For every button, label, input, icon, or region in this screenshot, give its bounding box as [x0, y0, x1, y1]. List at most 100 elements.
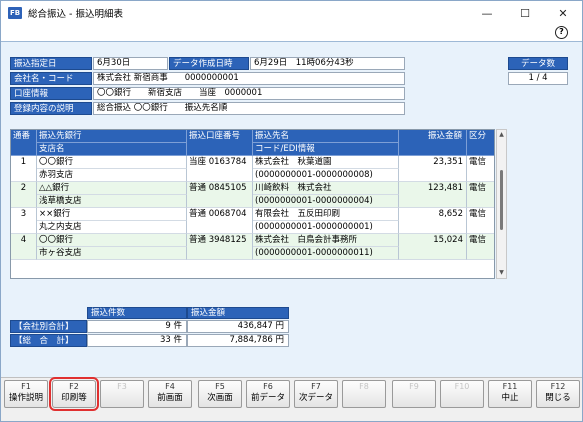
f2-key-number: F2 — [69, 382, 79, 391]
row-2-branch[interactable]: 浅草橋支店 — [37, 195, 187, 208]
row-4-account[interactable]: 普通 3948125 — [187, 234, 253, 260]
company-total-label: 【会社別合計】 — [10, 320, 87, 333]
row-2-bank[interactable]: △△銀行 — [37, 182, 187, 195]
app-logo-icon: FB — [8, 7, 22, 19]
maximize-button[interactable]: ☐ — [506, 1, 544, 25]
column-header-bank: 振込先銀行 — [37, 130, 187, 143]
row-3-branch[interactable]: 丸之内支店 — [37, 221, 187, 234]
row-4-type[interactable]: 電信 — [467, 234, 494, 260]
f1-key-label: 操作説明 — [8, 393, 43, 403]
row-1-code[interactable]: (0000000001-0000000008) — [253, 169, 399, 182]
account-value: 〇〇銀行 新宿支店 当座 0000001 — [93, 87, 405, 100]
scroll-thumb[interactable] — [500, 170, 503, 230]
row-1-type[interactable]: 電信 — [467, 156, 494, 182]
f11-key-number: F11 — [502, 382, 518, 391]
column-header-code: コード/EDI情報 — [253, 143, 399, 156]
scroll-up-arrow-icon[interactable]: ▲ — [497, 130, 506, 140]
f2-key-label: 印刷等 — [61, 393, 87, 403]
created-datetime-label: データ作成日時 — [169, 57, 249, 70]
company-total-count: 9 件 — [87, 320, 187, 333]
f2-print-button[interactable]: F2 印刷等 — [49, 377, 99, 411]
f7-next-data-button[interactable]: F7 次データ — [294, 380, 338, 408]
help-bar: ? — [1, 25, 582, 41]
function-key-bar: F1 操作説明 F2 印刷等 F3 F4 前画面 F5 次画面 F6 前データ … — [1, 377, 582, 421]
grand-total-label: 【総 合 計】 — [10, 334, 87, 347]
company-label: 会社名・コード — [10, 72, 92, 85]
row-1-amount[interactable]: 23,351 — [399, 156, 467, 182]
row-4-code[interactable]: (0000000001-0000000011) — [253, 247, 399, 260]
row-3-payee[interactable]: 有限会社 五反田印刷 — [253, 208, 399, 221]
app-window: FB 総合振込 - 振込明細表 — ☐ ✕ ? 振込指定日 6月30日 データ作… — [0, 0, 583, 422]
f12-key-label: 閉じる — [545, 393, 571, 403]
row-1-no[interactable]: 1 — [11, 156, 37, 182]
title-bar: FB 総合振込 - 振込明細表 — ☐ ✕ — [1, 1, 582, 25]
row-4-branch[interactable]: 市ヶ谷支店 — [37, 247, 187, 260]
description-label: 登録内容の説明 — [10, 102, 92, 115]
column-header-type: 区分 — [467, 130, 494, 156]
f9-button[interactable]: F9 — [392, 380, 436, 408]
row-3-bank[interactable]: ××銀行 — [37, 208, 187, 221]
row-2-payee[interactable]: 川崎飲料 株式会社 — [253, 182, 399, 195]
close-button[interactable]: ✕ — [544, 1, 582, 25]
row-1-bank[interactable]: 〇〇銀行 — [37, 156, 187, 169]
f3-button[interactable]: F3 — [100, 380, 144, 408]
table-scrollbar[interactable]: ▲ ▼ — [496, 129, 507, 279]
f12-close-button[interactable]: F12 閉じる — [536, 380, 580, 408]
f1-key-number: F1 — [21, 382, 31, 391]
column-header-branch: 支店名 — [37, 143, 187, 156]
column-header-no: 通番 — [11, 130, 37, 156]
row-4-bank[interactable]: 〇〇銀行 — [37, 234, 187, 247]
account-label: 口座情報 — [10, 87, 92, 100]
transfer-detail-table: 通番 振込先銀行 支店名 振込口座番号 振込先名 コード/EDI情報 振込金額 … — [10, 129, 495, 279]
company-value: 株式会社 新宿商事 0000000001 — [93, 72, 405, 85]
f7-key-label: 次データ — [298, 393, 333, 403]
f10-button[interactable]: F10 — [440, 380, 484, 408]
f11-key-label: 中止 — [501, 393, 519, 403]
f8-key-number: F8 — [359, 382, 369, 391]
grand-total-count: 33 件 — [87, 334, 187, 347]
row-2-code[interactable]: (0000000001-0000000004) — [253, 195, 399, 208]
row-3-account[interactable]: 普通 0068704 — [187, 208, 253, 234]
row-4-payee[interactable]: 株式会社 白鳥会計事務所 — [253, 234, 399, 247]
f12-key-number: F12 — [550, 382, 566, 391]
f4-key-label: 前画面 — [157, 393, 183, 403]
f1-help-button[interactable]: F1 操作説明 — [4, 380, 48, 408]
row-4-amount[interactable]: 15,024 — [399, 234, 467, 260]
help-icon[interactable]: ? — [555, 26, 568, 39]
transfer-date-value: 6月30日 — [93, 57, 168, 70]
row-3-no[interactable]: 3 — [11, 208, 37, 234]
column-header-account: 振込口座番号 — [187, 130, 253, 156]
f4-previous-screen-button[interactable]: F4 前画面 — [148, 380, 192, 408]
f6-key-label: 前データ — [250, 393, 285, 403]
row-3-code[interactable]: (0000000001-0000000001) — [253, 221, 399, 234]
created-datetime-value: 6月29日 11時06分43秒 — [250, 57, 405, 70]
f6-previous-data-button[interactable]: F6 前データ — [246, 380, 290, 408]
f5-key-number: F5 — [215, 382, 225, 391]
f9-key-number: F9 — [409, 382, 419, 391]
row-1-branch[interactable]: 赤羽支店 — [37, 169, 187, 182]
row-1-account[interactable]: 当座 0163784 — [187, 156, 253, 182]
row-4-no[interactable]: 4 — [11, 234, 37, 260]
row-2-account[interactable]: 普通 0845105 — [187, 182, 253, 208]
grand-total-amount: 7,884,786 円 — [187, 334, 289, 347]
company-total-amount: 436,847 円 — [187, 320, 289, 333]
row-3-type[interactable]: 電信 — [467, 208, 494, 234]
row-2-type[interactable]: 電信 — [467, 182, 494, 208]
window-title: 総合振込 - 振込明細表 — [28, 9, 123, 20]
f11-cancel-button[interactable]: F11 中止 — [488, 380, 532, 408]
f8-button[interactable]: F8 — [342, 380, 386, 408]
minimize-button[interactable]: — — [468, 1, 506, 25]
f5-next-screen-button[interactable]: F5 次画面 — [198, 380, 242, 408]
row-2-amount[interactable]: 123,481 — [399, 182, 467, 208]
column-header-payee: 振込先名 — [253, 130, 399, 143]
scroll-down-arrow-icon[interactable]: ▼ — [497, 268, 506, 278]
f4-key-number: F4 — [165, 382, 175, 391]
summary-amount-header: 振込金額 — [187, 307, 289, 319]
summary-count-header: 振込件数 — [87, 307, 187, 319]
row-1-payee[interactable]: 株式会社 秋葉道園 — [253, 156, 399, 169]
row-3-amount[interactable]: 8,652 — [399, 208, 467, 234]
f3-key-number: F3 — [117, 382, 127, 391]
column-header-amount: 振込金額 — [399, 130, 467, 156]
transfer-date-label: 振込指定日 — [10, 57, 92, 70]
row-2-no[interactable]: 2 — [11, 182, 37, 208]
